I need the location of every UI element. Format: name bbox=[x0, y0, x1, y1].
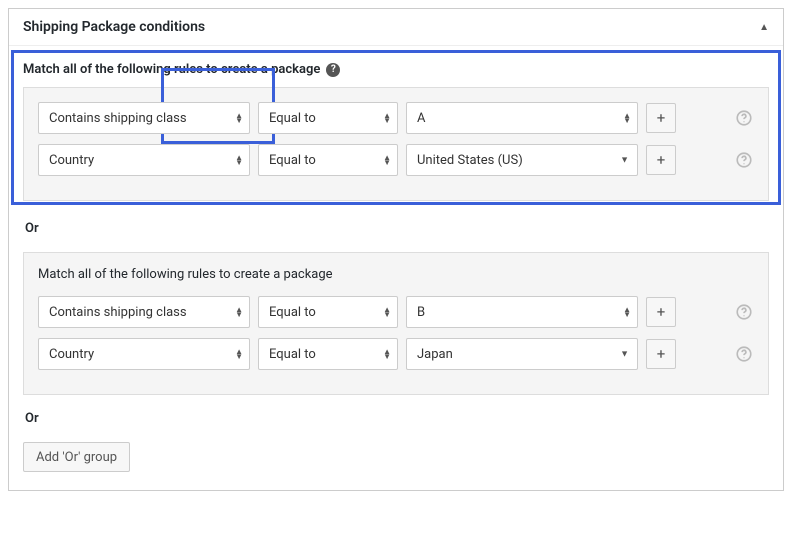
rule-row: Country ▲▼ Equal to ▲▼ Japan ▼ + bbox=[38, 338, 754, 370]
select-arrows-icon: ▲▼ bbox=[383, 155, 391, 165]
operator-value: Equal to bbox=[269, 153, 316, 168]
row-help-icon[interactable] bbox=[734, 344, 754, 364]
subject-value: Contains shipping class bbox=[49, 305, 187, 320]
operator-select[interactable]: Equal to ▲▼ bbox=[258, 296, 398, 328]
add-or-group-button[interactable]: Add 'Or' group bbox=[23, 442, 130, 472]
or-separator: Or bbox=[23, 205, 769, 252]
row-help-icon[interactable] bbox=[734, 302, 754, 322]
select-arrows-icon: ▲▼ bbox=[235, 349, 243, 359]
operator-value: Equal to bbox=[269, 347, 316, 362]
group1-label-text: Match all of the following rules to crea… bbox=[23, 62, 320, 77]
subject-select[interactable]: Country ▲▼ bbox=[38, 338, 250, 370]
collapse-icon[interactable]: ▲ bbox=[759, 22, 769, 33]
plus-icon: + bbox=[657, 109, 666, 127]
select-arrows-icon: ▲▼ bbox=[623, 307, 631, 317]
subject-select[interactable]: Country ▲▼ bbox=[38, 144, 250, 176]
chevron-down-icon: ▼ bbox=[620, 155, 629, 166]
help-icon[interactable]: ? bbox=[326, 63, 340, 77]
value-text: A bbox=[417, 111, 425, 126]
panel-title: Shipping Package conditions bbox=[23, 19, 205, 35]
add-rule-button[interactable]: + bbox=[646, 145, 676, 175]
chevron-down-icon: ▼ bbox=[620, 349, 629, 360]
group1-label: Match all of the following rules to crea… bbox=[23, 62, 769, 77]
shipping-conditions-panel: Shipping Package conditions ▲ Match all … bbox=[8, 8, 784, 491]
select-arrows-icon: ▲▼ bbox=[383, 307, 391, 317]
select-arrows-icon: ▲▼ bbox=[235, 307, 243, 317]
value-text: B bbox=[417, 305, 425, 320]
plus-icon: + bbox=[657, 345, 666, 363]
operator-value: Equal to bbox=[269, 305, 316, 320]
or-separator: Or bbox=[23, 395, 769, 442]
value-select[interactable]: United States (US) ▼ bbox=[406, 144, 638, 176]
select-arrows-icon: ▲▼ bbox=[235, 155, 243, 165]
rule-group-1: Contains shipping class ▲▼ Equal to ▲▼ A… bbox=[23, 87, 769, 201]
value-select[interactable]: B ▲▼ bbox=[406, 296, 638, 328]
rule-row: Country ▲▼ Equal to ▲▼ United States (US… bbox=[38, 144, 754, 176]
value-text: United States (US) bbox=[417, 153, 523, 168]
operator-select[interactable]: Equal to ▲▼ bbox=[258, 144, 398, 176]
add-rule-button[interactable]: + bbox=[646, 297, 676, 327]
add-rule-button[interactable]: + bbox=[646, 339, 676, 369]
operator-select[interactable]: Equal to ▲▼ bbox=[258, 102, 398, 134]
add-or-group-label: Add 'Or' group bbox=[36, 450, 117, 465]
rule-row: Contains shipping class ▲▼ Equal to ▲▼ B… bbox=[38, 296, 754, 328]
select-arrows-icon: ▲▼ bbox=[383, 113, 391, 123]
add-rule-button[interactable]: + bbox=[646, 103, 676, 133]
rule-group-2: Match all of the following rules to crea… bbox=[23, 252, 769, 395]
subject-select[interactable]: Contains shipping class ▲▼ bbox=[38, 102, 250, 134]
select-arrows-icon: ▲▼ bbox=[383, 349, 391, 359]
value-text: Japan bbox=[417, 347, 453, 362]
subject-value: Country bbox=[49, 153, 94, 168]
subject-select[interactable]: Contains shipping class ▲▼ bbox=[38, 296, 250, 328]
rule-row: Contains shipping class ▲▼ Equal to ▲▼ A… bbox=[38, 102, 754, 134]
value-select[interactable]: Japan ▼ bbox=[406, 338, 638, 370]
highlighted-group: Match all of the following rules to crea… bbox=[11, 50, 781, 205]
operator-value: Equal to bbox=[269, 111, 316, 126]
panel-header[interactable]: Shipping Package conditions ▲ bbox=[9, 9, 783, 46]
panel-body: Match all of the following rules to crea… bbox=[9, 46, 783, 490]
subject-value: Country bbox=[49, 347, 94, 362]
subject-value: Contains shipping class bbox=[49, 111, 187, 126]
operator-select[interactable]: Equal to ▲▼ bbox=[258, 338, 398, 370]
value-select[interactable]: A ▲▼ bbox=[406, 102, 638, 134]
plus-icon: + bbox=[657, 151, 666, 169]
plus-icon: + bbox=[657, 303, 666, 321]
row-help-icon[interactable] bbox=[734, 150, 754, 170]
select-arrows-icon: ▲▼ bbox=[623, 113, 631, 123]
row-help-icon[interactable] bbox=[734, 108, 754, 128]
select-arrows-icon: ▲▼ bbox=[235, 113, 243, 123]
group2-label: Match all of the following rules to crea… bbox=[38, 267, 754, 282]
